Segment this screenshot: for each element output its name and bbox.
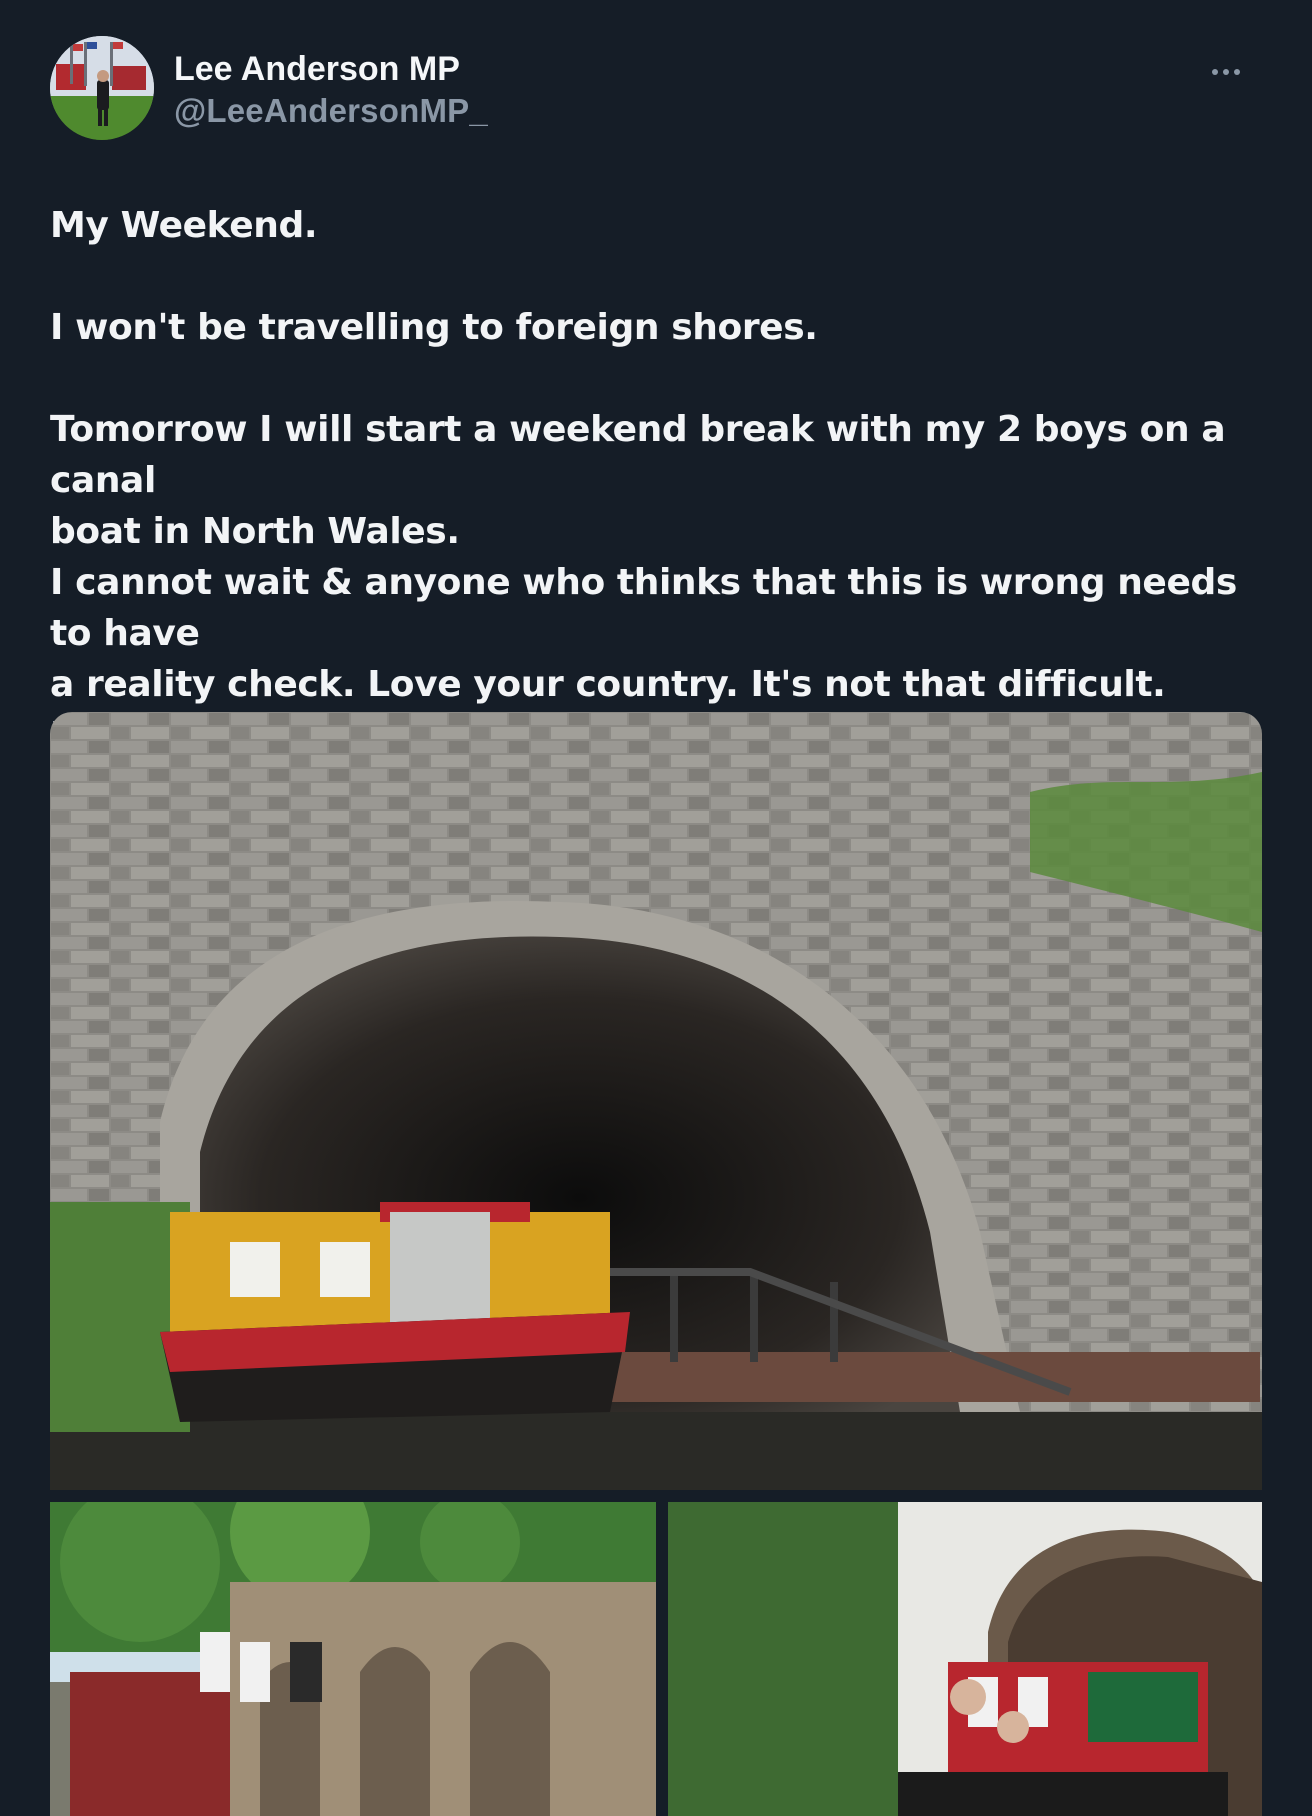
- photo-canal-tunnel[interactable]: [50, 712, 1262, 1490]
- display-name[interactable]: Lee Anderson MP: [174, 48, 488, 90]
- tweet-line: My Weekend.: [50, 205, 318, 246]
- user-handle[interactable]: @LeeAndersonMP_: [174, 90, 488, 132]
- tweet-line: Tomorrow I will start a weekend break wi…: [50, 409, 1237, 756]
- more-horizontal-icon[interactable]: [1204, 56, 1248, 88]
- author-names: Lee Anderson MP @LeeAndersonMP_: [174, 48, 488, 132]
- media-grid: [50, 712, 1262, 1816]
- tweet-text: My Weekend. I won't be travelling to for…: [50, 200, 1280, 761]
- avatar[interactable]: [50, 36, 154, 140]
- photo-viaduct[interactable]: [50, 1502, 656, 1816]
- photo-boat-tunnel[interactable]: [668, 1502, 1262, 1816]
- profile-photo: [50, 36, 154, 140]
- tweet-line: I won't be travelling to foreign shores.: [50, 307, 818, 348]
- tweet-header: Lee Anderson MP @LeeAndersonMP_: [50, 36, 1272, 144]
